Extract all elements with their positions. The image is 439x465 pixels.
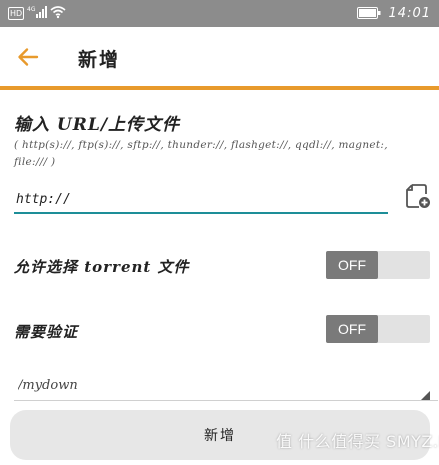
watermark: 值 值 什么值得买 SMYZ.NET [270,420,439,460]
status-bar-left: HD 4G [8,5,66,22]
signal-label: 4G [27,6,36,13]
allow-torrent-toggle[interactable]: OFF [326,251,430,279]
app-bar: 新增 [0,27,439,90]
allow-torrent-label: 允许选择 torrent 文件 [14,258,190,276]
status-time: 14:01 [388,6,431,21]
signal-icon: 4G [27,5,48,22]
supported-protocols-hint: ( http(s)://, ftp(s)://, sftp://, thunde… [14,139,388,168]
allow-torrent-toggle-state: OFF [326,251,378,279]
watermark-text: 值 什么值得买 SMYZ.NET [276,432,439,451]
battery-icon [356,4,381,23]
url-section-title: 输入 URL/上传文件 [14,115,181,135]
url-input[interactable] [14,186,388,214]
require-auth-toggle-state: OFF [326,315,378,343]
new-download-screen: HD 4G 14:01 新增 输入 URL/上传文件 (http(s)://,… [0,0,439,465]
dropdown-corner-icon [421,391,430,400]
save-path-input[interactable] [14,370,438,401]
wifi-icon [50,5,66,22]
arrow-left-icon[interactable] [17,47,39,67]
status-bar: HD 4G 14:01 [0,0,439,27]
status-bar-right: 14:01 [356,4,431,23]
hd-icon: HD [8,7,25,20]
require-auth-label: 需要验证 [14,323,79,341]
add-file-icon[interactable] [405,183,431,209]
require-auth-toggle[interactable]: OFF [326,315,430,343]
page-title: 新增 [78,49,121,71]
